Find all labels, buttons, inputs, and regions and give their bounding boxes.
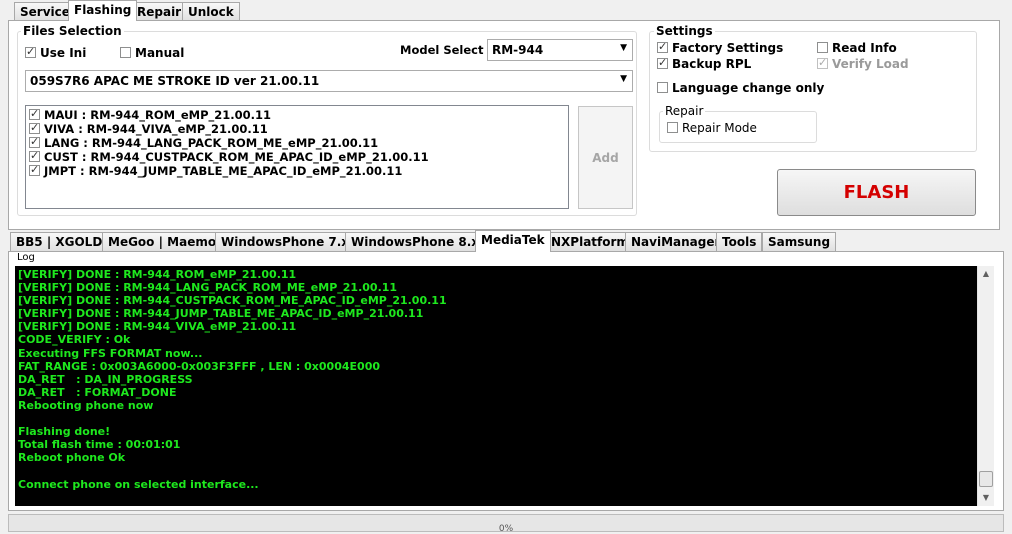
file-label: CUST : RM-944_CUSTPACK_ROM_ME_APAC_ID_eM… — [44, 150, 429, 164]
list-item[interactable]: JMPT : RM-944_JUMP_TABLE_ME_APAC_ID_eMP_… — [29, 163, 565, 178]
language-change-check-icon — [657, 82, 668, 93]
log-line: CODE_VERIFY : Ok — [18, 333, 131, 347]
log-line: Flashing done! — [18, 425, 111, 439]
settings-title: Settings — [654, 24, 715, 38]
factory-settings-checkbox[interactable]: Factory Settings — [657, 40, 784, 55]
tab-service[interactable]: Service — [14, 2, 76, 21]
manual-check-icon — [120, 47, 131, 58]
factory-settings-label: Factory Settings — [672, 41, 784, 55]
file-label: JMPT : RM-944_JUMP_TABLE_ME_APAC_ID_eMP_… — [44, 164, 403, 178]
list-item[interactable]: LANG : RM-944_LANG_PACK_ROM_ME_eMP_21.00… — [29, 135, 565, 150]
manual-label: Manual — [135, 46, 185, 60]
tab-megoo-maemo[interactable]: MeGoo | Maemo — [102, 232, 223, 251]
progress-bar: 0% — [8, 514, 1004, 534]
firmware-select-dropdown[interactable]: 059S7R6 APAC ME STROKE ID ver 21.00.11 ▼ — [25, 70, 633, 92]
repair-mode-check-icon — [667, 122, 678, 133]
files-selection-title: Files Selection — [21, 24, 124, 38]
tab-repair[interactable]: Repair — [131, 2, 188, 21]
file-check-icon[interactable] — [29, 121, 40, 135]
manual-checkbox[interactable]: Manual — [120, 46, 184, 60]
log-line: Connect phone on selected interface... — [18, 477, 259, 491]
list-item[interactable]: CUST : RM-944_CUSTPACK_ROM_ME_APAC_ID_eM… — [29, 149, 565, 164]
log-line: FAT_RANGE : 0x003A6000-0x003F3FFF , LEN … — [18, 359, 380, 373]
file-label: VIVA : RM-944_VIVA_eMP_21.00.11 — [44, 122, 268, 136]
firmware-select-value: 059S7R6 APAC ME STROKE ID ver 21.00.11 — [30, 74, 320, 88]
backup-rpl-check-icon — [657, 56, 668, 69]
tab-nxplatform[interactable]: NXPlatform — [545, 232, 635, 251]
repair-mode-label: Repair Mode — [682, 121, 757, 135]
file-check-icon[interactable] — [29, 163, 40, 177]
tab-mediatek[interactable]: MediaTek — [475, 230, 551, 252]
scroll-up-icon[interactable]: ▲ — [978, 266, 994, 282]
tab-unlock[interactable]: Unlock — [182, 2, 240, 21]
model-select-dropdown[interactable]: RM-944 ▼ — [487, 39, 633, 61]
log-scrollbar[interactable]: ▲ ▼ — [977, 266, 994, 506]
scroll-thumb[interactable] — [979, 471, 993, 487]
progress-text: 0% — [498, 524, 514, 534]
verify-load-check-icon — [817, 56, 828, 69]
flash-button[interactable]: FLASH — [777, 169, 976, 216]
file-check-icon[interactable] — [29, 135, 40, 149]
backup-rpl-label: Backup RPL — [672, 57, 752, 71]
list-item[interactable]: VIVA : RM-944_VIVA_eMP_21.00.11 — [29, 121, 565, 136]
read-info-checkbox[interactable]: Read Info — [817, 41, 897, 55]
log-line: Total flash time : 00:01:01 — [18, 438, 181, 452]
list-item[interactable]: MAUI : RM-944_ROM_eMP_21.00.11 — [29, 107, 565, 122]
flashing-panel: Files Selection Use Ini Manual Model Sel… — [8, 20, 1000, 230]
file-check-icon[interactable] — [29, 107, 40, 121]
log-line: Executing FFS FORMAT now... — [18, 346, 203, 360]
file-label: LANG : RM-944_LANG_PACK_ROM_ME_eMP_21.00… — [44, 136, 379, 150]
log-line: [VERIFY] DONE : RM-944_VIVA_eMP_21.00.11 — [18, 320, 297, 334]
file-label: MAUI : RM-944_ROM_eMP_21.00.11 — [44, 108, 272, 122]
log-line: [VERIFY] DONE : RM-944_CUSTPACK_ROM_ME_A… — [18, 294, 447, 308]
log-line: DA_RET : FORMAT_DONE — [18, 385, 177, 399]
log-line: DA_RET : DA_IN_PROGRESS — [18, 372, 193, 386]
file-list[interactable]: MAUI : RM-944_ROM_eMP_21.00.11 VIVA : RM… — [25, 105, 569, 209]
read-info-check-icon — [817, 42, 828, 53]
repair-mode-checkbox[interactable]: Repair Mode — [667, 121, 757, 135]
verify-load-label: Verify Load — [832, 57, 909, 71]
log-line: Reboot phone Ok — [18, 451, 126, 465]
chevron-down-icon: ▼ — [620, 74, 627, 84]
language-change-only-checkbox[interactable]: Language change only — [657, 81, 824, 95]
log-output[interactable]: [VERIFY] DONE : RM-944_ROM_eMP_21.00.11[… — [15, 266, 977, 506]
file-check-icon[interactable] — [29, 149, 40, 163]
backup-rpl-checkbox[interactable]: Backup RPL — [657, 56, 752, 71]
scroll-down-icon[interactable]: ▼ — [978, 490, 994, 506]
tab-bb5-xgold[interactable]: BB5 | XGOLD — [10, 232, 109, 251]
factory-settings-check-icon — [657, 40, 668, 53]
log-line: [VERIFY] DONE : RM-944_ROM_eMP_21.00.11 — [18, 268, 297, 281]
tab-flashing[interactable]: Flashing — [68, 0, 138, 21]
read-info-label: Read Info — [832, 41, 897, 55]
tab-samsung[interactable]: Samsung — [762, 232, 837, 251]
tab-windowsphone-8[interactable]: WindowsPhone 8.x — [345, 232, 486, 251]
chevron-down-icon: ▼ — [620, 43, 627, 53]
tab-tools[interactable]: Tools — [716, 232, 763, 251]
model-select-label: Model Select — [400, 43, 484, 57]
use-ini-check-icon — [25, 45, 36, 58]
log-line: Rebooting phone now — [18, 398, 154, 412]
repair-title: Repair — [663, 104, 706, 118]
use-ini-label: Use Ini — [40, 46, 87, 60]
use-ini-checkbox[interactable]: Use Ini — [25, 45, 87, 60]
log-line: [VERIFY] DONE : RM-944_LANG_PACK_ROM_ME_… — [18, 281, 398, 295]
verify-load-checkbox[interactable]: Verify Load — [817, 56, 909, 71]
add-button[interactable]: Add — [578, 106, 633, 209]
language-change-label: Language change only — [672, 81, 825, 95]
model-select-value: RM-944 — [492, 43, 544, 57]
log-title: Log — [17, 252, 35, 263]
tab-navimanager[interactable]: NaviManager — [625, 232, 727, 251]
log-line: [VERIFY] DONE : RM-944_JUMP_TABLE_ME_APA… — [18, 307, 424, 321]
tab-windowsphone-7[interactable]: WindowsPhone 7.x — [215, 232, 356, 251]
